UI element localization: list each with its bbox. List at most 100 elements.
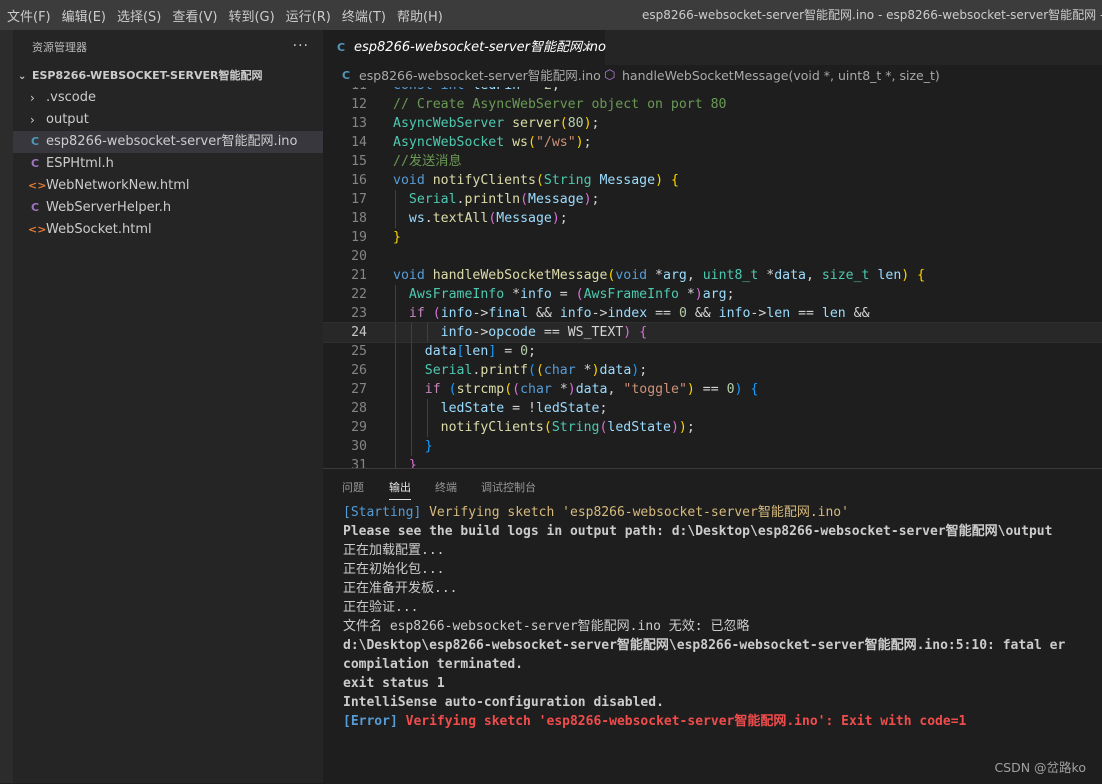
- output-segment: 文件名 esp8266-websocket-server智能配网.ino 无效:…: [343, 619, 750, 634]
- code-line: 13 AsyncWebServer server(80);: [323, 114, 1102, 133]
- output-log[interactable]: [Starting] Verifying sketch 'esp8266-web…: [343, 503, 1102, 731]
- code-token: ;: [726, 287, 735, 302]
- line-number: 31: [351, 458, 367, 468]
- code-token: (: [528, 363, 536, 378]
- code-text: ws.textAll(Message);: [393, 209, 568, 228]
- close-icon[interactable]: ×: [582, 30, 593, 65]
- chevron-right-icon: ›: [30, 91, 35, 105]
- output-line: 正在初始化包...: [343, 560, 1102, 579]
- code-line: 22 AwsFrameInfo *info = (AwsFrameInfo *)…: [323, 285, 1102, 304]
- tree-file[interactable]: C WebServerHelper.h: [13, 197, 323, 219]
- output-line: Please see the build logs in output path…: [343, 522, 1102, 541]
- code-text: notifyClients(String(ledState));: [393, 418, 695, 437]
- c-header-file-icon: C: [30, 201, 40, 214]
- line-number: 17: [351, 192, 367, 207]
- menu-item[interactable]: 查看(V): [172, 6, 217, 25]
- menu-item[interactable]: 文件(F): [7, 6, 51, 25]
- tree-file[interactable]: Cesp8266-websocket-server智能配网.ino: [13, 131, 323, 153]
- output-segment: [Error]: [343, 714, 398, 729]
- menu-item[interactable]: 选择(S): [117, 6, 161, 25]
- menu-item[interactable]: 帮助(H): [397, 6, 443, 25]
- tab-esp8266-ino[interactable]: C esp8266-websocket-server智能配网.ino ×: [323, 30, 606, 65]
- code-text: Serial.printf((char *)data);: [393, 361, 647, 380]
- code-line: 24 info->opcode == WS_TEXT) {: [323, 322, 1102, 343]
- code-token: ): [567, 382, 576, 397]
- code-token: 2: [544, 87, 552, 93]
- code-token: handleWebSocketMessage: [432, 268, 608, 283]
- tree-folder[interactable]: › .vscode: [13, 87, 323, 109]
- code-token: 0: [678, 306, 687, 321]
- workspace-folder-label: ESP8266-WEBSOCKET-SERVER智能配网: [32, 69, 263, 82]
- line-number: 25: [351, 344, 367, 359]
- tab-output[interactable]: 输出: [389, 469, 411, 504]
- tree-file[interactable]: C ESPHtml.h: [13, 153, 323, 175]
- code-token: ;: [552, 87, 560, 93]
- code-token: (: [504, 382, 513, 397]
- code-line: 11 const int ledPin = 2;: [323, 87, 1102, 95]
- code-text: void notifyClients(String Message) {: [393, 171, 679, 190]
- activity-bar: [0, 30, 13, 783]
- code-token: ,: [686, 268, 703, 283]
- output-line: exit status 1: [343, 674, 1102, 693]
- code-token: *: [575, 363, 592, 378]
- file-tree: › .vscode › output Cesp8266-websocket-server…: [13, 87, 323, 241]
- tree-file[interactable]: <> WebNetworkNew.html: [13, 175, 323, 197]
- menu-item[interactable]: 终端(T): [342, 6, 386, 25]
- chevron-right-icon: ›: [30, 113, 35, 127]
- c-header-file-icon: C: [30, 157, 40, 170]
- breadcrumb-file[interactable]: esp8266-websocket-server智能配网.ino: [359, 65, 601, 87]
- code-token: ;: [591, 116, 600, 131]
- code-token: 80: [567, 116, 584, 131]
- code-token: ledState: [607, 420, 671, 435]
- line-number: 21: [351, 268, 367, 283]
- code-token: ws: [408, 211, 425, 226]
- code-token: len: [821, 306, 846, 321]
- code-line: 14 AsyncWebSocket ws("/ws");: [323, 133, 1102, 152]
- code-editor[interactable]: 11 const int ledPin = 2; 12 // Create Async…: [323, 87, 1102, 468]
- code-token: strcmp: [456, 382, 505, 397]
- tree-folder[interactable]: › output: [13, 109, 323, 131]
- code-token: ): [583, 116, 592, 131]
- code-token: textAll: [432, 211, 489, 226]
- menu-item[interactable]: 运行(R): [286, 6, 331, 25]
- menu-item[interactable]: 转到(G): [228, 6, 274, 25]
- window-title: esp8266-websocket-server智能配网.ino - esp82…: [642, 8, 1102, 22]
- code-line: 12 // Create AsyncWebServer object on por…: [323, 95, 1102, 114]
- method-cube-icon: ⬡: [604, 68, 616, 83]
- tab-terminal[interactable]: 终端: [435, 469, 457, 504]
- code-token: (: [528, 135, 536, 150]
- code-token: len: [464, 344, 489, 359]
- code-token: 0: [726, 382, 735, 397]
- tab-problems[interactable]: 问题: [342, 469, 364, 504]
- menu-item[interactable]: 编辑(E): [62, 6, 106, 25]
- code-token: Serial: [408, 192, 457, 207]
- code-token: // Create AsyncWebServer object on port …: [393, 97, 727, 112]
- tab-debug-console[interactable]: 调试控制台: [481, 469, 536, 504]
- code-token: opcode: [488, 325, 536, 340]
- code-token: //发送消息: [393, 154, 462, 169]
- code-token: ==: [647, 306, 679, 321]
- code-token: {: [750, 382, 759, 397]
- tree-file[interactable]: <> WebSocket.html: [13, 219, 323, 241]
- title-bar: 文件(F) 编辑(E) 选择(S) 查看(V) 转到(G) 运行(R) 终端(T) 帮助(H)…: [0, 0, 1102, 30]
- code-token: size_t: [821, 268, 870, 283]
- code-token: &&: [686, 306, 719, 321]
- code-token: final: [488, 306, 529, 321]
- html-file-icon: <>: [28, 223, 47, 236]
- code-line: 26 Serial.printf((char *)data);: [323, 361, 1102, 380]
- ellipsis-icon[interactable]: ···: [293, 30, 309, 65]
- code-token: const: [393, 87, 433, 93]
- code-token: (: [512, 382, 521, 397]
- code-token: data: [575, 382, 608, 397]
- code-line: 23 if (info->final && info->index == 0 &…: [323, 304, 1102, 323]
- workspace-folder-header[interactable]: ⌄ ESP8266-WEBSOCKET-SERVER智能配网: [13, 65, 323, 87]
- breadcrumb-symbol[interactable]: handleWebSocketMessage(void *, uint8_t *…: [622, 65, 940, 87]
- code-token: (: [535, 173, 544, 188]
